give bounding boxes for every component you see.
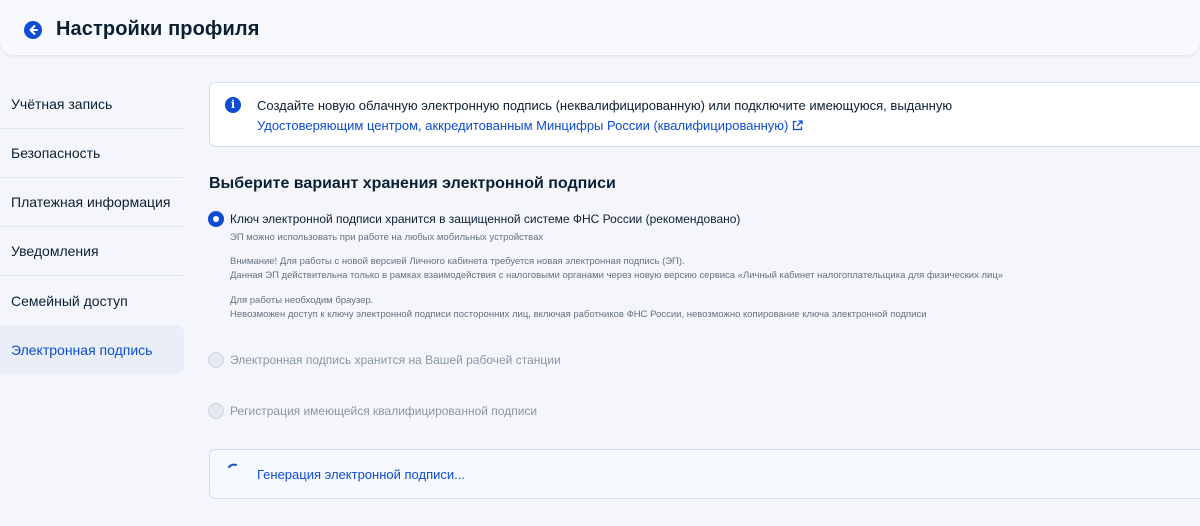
option-desc-warning: Внимание! Для работы с новой версией Лич…: [230, 256, 685, 267]
option-fns-storage-label[interactable]: Ключ электронной подписи хранится в защи…: [230, 212, 740, 226]
option-workstation-label[interactable]: Электронная подпись хранится на Вашей ра…: [230, 353, 561, 367]
accredited-ca-link[interactable]: Удостоверяющим центром, аккредитованным …: [257, 118, 804, 134]
sidebar-item-family-access[interactable]: Семейный доступ: [0, 276, 184, 325]
sidebar-nav: Учётная запись Безопасность Платежная ин…: [0, 80, 184, 374]
section-title: Выберите вариант хранения электронной по…: [209, 175, 616, 192]
option-desc-security: Невозможен доступ к ключу электронной по…: [230, 309, 927, 320]
sidebar-item-payment[interactable]: Платежная информация: [0, 178, 184, 227]
info-banner: i Создайте новую облачную электронную по…: [209, 82, 1200, 147]
back-arrow-icon[interactable]: [24, 21, 42, 39]
external-link-icon: [792, 119, 804, 134]
option-desc-browser: Для работы необходим браузер.: [230, 295, 374, 306]
info-link-label: Удостоверяющим центром, аккредитованным …: [257, 118, 789, 133]
option-desc-mobile: ЭП можно использовать при работе на любы…: [230, 232, 544, 243]
option-desc-validity: Данная ЭП действительна только в рамках …: [230, 270, 1004, 281]
radio-fns-storage[interactable]: [208, 211, 224, 227]
option-register-qualified-label[interactable]: Регистрация имеющейся квалифицированной …: [230, 404, 537, 418]
generation-status-text: Генерация электронной подписи...: [257, 467, 465, 482]
sidebar-item-notifications[interactable]: Уведомления: [0, 227, 184, 276]
sidebar-item-security[interactable]: Безопасность: [0, 129, 184, 178]
radio-register-qualified[interactable]: [208, 403, 224, 419]
loading-spinner-icon: [227, 463, 241, 482]
info-icon: i: [225, 97, 241, 113]
page-header: Настройки профиля: [0, 0, 1200, 55]
sidebar-item-electronic-signature[interactable]: Электронная подпись: [0, 325, 184, 374]
generation-status-box: Генерация электронной подписи...: [209, 449, 1200, 499]
info-text: Создайте новую облачную электронную подп…: [257, 98, 953, 113]
page-title: Настройки профиля: [56, 18, 260, 40]
radio-workstation-storage[interactable]: [208, 352, 224, 368]
sidebar-item-account[interactable]: Учётная запись: [0, 80, 184, 129]
